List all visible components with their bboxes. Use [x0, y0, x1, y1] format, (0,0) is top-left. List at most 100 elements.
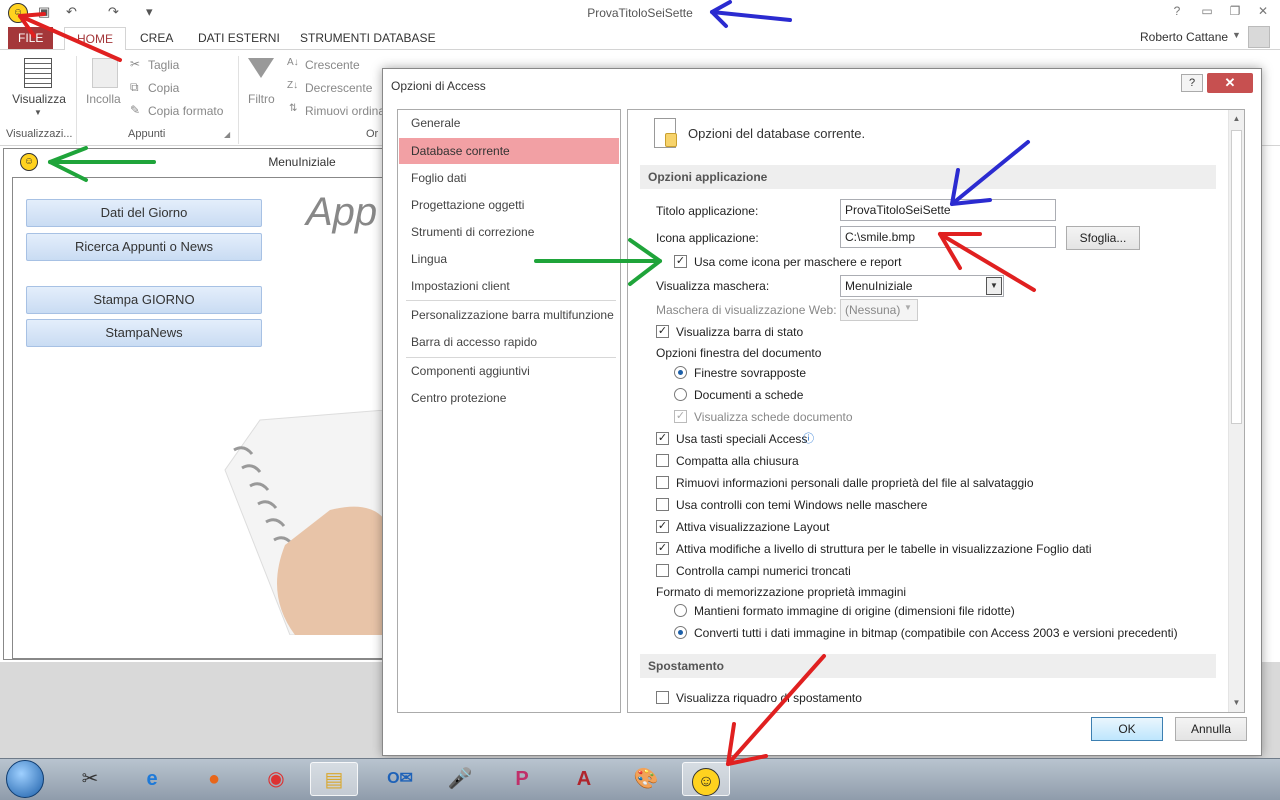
outlook-icon[interactable]: O✉ [376, 762, 424, 796]
compatta-checkbox[interactable] [656, 454, 669, 467]
user-name[interactable]: Roberto Cattane [1140, 30, 1228, 44]
nav-item-progettazione-oggetti[interactable]: Progettazione oggetti [399, 192, 619, 218]
internet-explorer-icon[interactable]: e [128, 762, 176, 796]
decrescente-button[interactable]: Decrescente [305, 81, 372, 95]
close-window-icon[interactable]: ✕ [1252, 4, 1274, 18]
rimuovi-info-checkbox[interactable] [656, 476, 669, 489]
ribbon-divider [238, 56, 239, 144]
rimuovi-ordina-button[interactable]: Rimuovi ordina [305, 104, 383, 118]
visualizza-schede-checkbox[interactable]: ✓ [674, 410, 687, 423]
help-button[interactable]: ? [1166, 4, 1188, 18]
content-header: Opzioni del database corrente. [688, 126, 866, 141]
dialog-help-button[interactable]: ? [1181, 74, 1203, 92]
visualizza-maschera-select[interactable]: MenuIniziale [840, 275, 1004, 297]
scroll-thumb[interactable] [1231, 130, 1242, 424]
dialog-close-button[interactable]: ✕ [1207, 73, 1253, 93]
tab-dati-esterni[interactable]: DATI ESTERNI [186, 27, 292, 49]
sort-descending-icon[interactable]: Z↓ [287, 80, 298, 91]
microphone-icon[interactable]: 🎤 [436, 762, 484, 796]
nav-item-strumenti-correzione[interactable]: Strumenti di correzione [399, 219, 619, 245]
mantieni-formato-radio[interactable] [674, 604, 687, 617]
nav-item-database-corrente[interactable]: Database corrente [399, 138, 619, 164]
stampa-news-button[interactable]: StampaNews [26, 319, 262, 347]
ribbon-divider [76, 56, 77, 144]
info-icon[interactable]: ⓘ [803, 430, 814, 446]
ricerca-appunti-button[interactable]: Ricerca Appunti o News [26, 233, 262, 261]
dialog-launcher-icon[interactable]: ◢ [224, 130, 230, 139]
scissors-icon[interactable]: ✂ [130, 57, 140, 71]
ok-button[interactable]: OK [1091, 717, 1163, 741]
nav-item-generale[interactable]: Generale [399, 110, 619, 136]
sort-ascending-icon[interactable]: A↓ [287, 57, 299, 68]
nav-item-foglio-dati[interactable]: Foglio dati [399, 165, 619, 191]
converti-bitmap-radio[interactable] [674, 626, 687, 639]
controlli-temi-checkbox[interactable] [656, 498, 669, 511]
format-painter-icon[interactable]: ✎ [130, 103, 140, 117]
crescente-button[interactable]: Crescente [305, 58, 360, 72]
tab-crea[interactable]: CREA [128, 27, 185, 49]
database-icon [654, 118, 677, 148]
nav-item-componenti-aggiuntivi[interactable]: Componenti aggiuntivi [399, 358, 619, 384]
chevron-down-icon[interactable]: ▼ [34, 108, 42, 117]
maschera-web-label: Maschera di visualizzazione Web: [656, 303, 837, 317]
finestre-sovrapposte-radio[interactable] [674, 366, 687, 379]
filter-icon[interactable] [248, 58, 274, 78]
nav-item-centro-protezione[interactable]: Centro protezione [399, 385, 619, 411]
snipping-tool-icon[interactable]: ✂ [66, 762, 114, 796]
converti-bitmap-label: Converti tutti i dati immagine in bitmap… [694, 626, 1178, 640]
annulla-button[interactable]: Annulla [1175, 717, 1247, 741]
nav-item-impostazioni-client[interactable]: Impostazioni client [399, 273, 619, 299]
remove-sort-icon[interactable]: ⇅ [289, 103, 297, 114]
chevron-down-icon[interactable]: ▼ [904, 303, 912, 312]
layout-checkbox[interactable]: ✓ [656, 520, 669, 533]
chrome-icon[interactable]: ◉ [252, 762, 300, 796]
scroll-down-icon[interactable]: ▼ [1228, 698, 1244, 707]
tab-home[interactable]: HOME [64, 27, 126, 51]
barra-stato-checkbox[interactable]: ✓ [656, 325, 669, 338]
notebook-hand-image [224, 410, 385, 635]
group-visualizzazioni-label: Visualizzazi... [6, 128, 73, 140]
paste-icon[interactable] [92, 58, 118, 88]
smile-app-taskbar-icon[interactable]: ☺ [682, 762, 730, 796]
nav-item-lingua[interactable]: Lingua [399, 246, 619, 272]
ribbon-options-icon[interactable]: ▭ [1196, 4, 1218, 18]
restore-icon[interactable]: ❐ [1224, 4, 1246, 18]
access-icon[interactable]: A [560, 762, 608, 796]
dati-del-giorno-button[interactable]: Dati del Giorno [26, 199, 262, 227]
copia-formato-button[interactable]: Copia formato [148, 104, 223, 118]
chevron-down-icon[interactable]: ▼ [986, 277, 1002, 295]
barra-stato-label: Visualizza barra di stato [676, 325, 804, 339]
documenti-schede-radio[interactable] [674, 388, 687, 401]
explorer-icon[interactable]: ▤ [310, 762, 358, 796]
user-dropdown-icon[interactable]: ▼ [1232, 30, 1241, 40]
sfoglia-button[interactable]: Sfoglia... [1066, 226, 1140, 250]
filtro-button[interactable]: Filtro [248, 92, 275, 106]
paint-icon[interactable]: 🎨 [622, 762, 670, 796]
infopath-icon[interactable]: P [498, 762, 546, 796]
nav-item-barra-accesso-rapido[interactable]: Barra di accesso rapido [399, 329, 619, 355]
modifiche-struttura-checkbox[interactable]: ✓ [656, 542, 669, 555]
view-icon[interactable] [24, 58, 52, 88]
firefox-icon[interactable]: ● [190, 762, 238, 796]
start-button[interactable] [6, 760, 44, 798]
stampa-giorno-button[interactable]: Stampa GIORNO [26, 286, 262, 314]
visualizza-button[interactable]: Visualizza [10, 92, 68, 106]
taglia-button[interactable]: Taglia [148, 58, 179, 72]
tasti-speciali-checkbox[interactable]: ✓ [656, 432, 669, 445]
usa-icona-label: Usa come icona per maschere e report [694, 255, 902, 269]
campi-troncati-checkbox[interactable] [656, 564, 669, 577]
incolla-button[interactable]: Incolla [86, 92, 121, 106]
riquadro-spostamento-checkbox[interactable] [656, 691, 669, 704]
titolo-applicazione-input[interactable]: ProvaTitoloSeiSette [840, 199, 1056, 221]
usa-icona-checkbox[interactable]: ✓ [674, 255, 687, 268]
tab-file[interactable]: FILE [8, 27, 54, 49]
copy-icon[interactable]: ⧉ [130, 80, 139, 95]
modifiche-struttura-label: Attiva modifiche a livello di struttura … [676, 542, 1092, 556]
options-nav: Generale Database corrente Foglio dati P… [397, 109, 621, 713]
icona-applicazione-input[interactable]: C:\smile.bmp [840, 226, 1056, 248]
nav-item-personalizzazione-barra[interactable]: Personalizzazione barra multifunzione [399, 302, 619, 328]
tab-strumenti-database[interactable]: STRUMENTI DATABASE [288, 27, 448, 49]
scroll-up-icon[interactable]: ▲ [1228, 114, 1244, 123]
avatar[interactable] [1248, 26, 1270, 48]
copia-button[interactable]: Copia [148, 81, 179, 95]
